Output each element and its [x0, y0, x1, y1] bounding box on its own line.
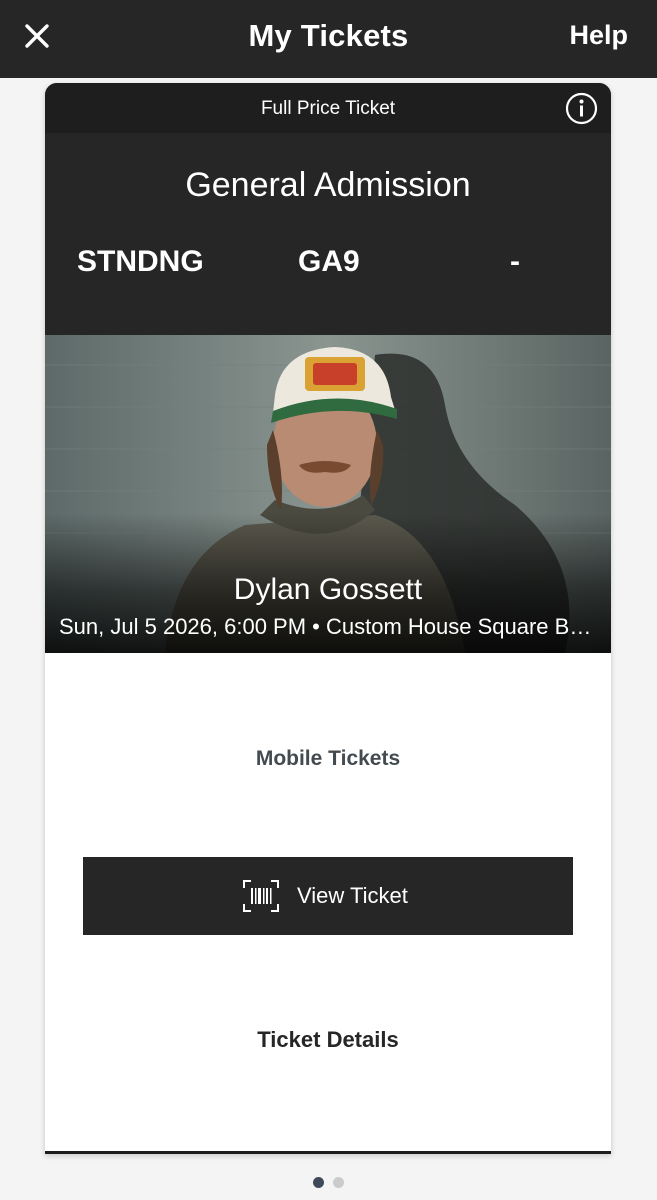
- help-button[interactable]: Help: [569, 20, 628, 51]
- ticket-header: Full Price Ticket General Admission STND…: [45, 83, 611, 335]
- mobile-tickets-label: Mobile Tickets: [255, 747, 401, 770]
- ticket-price-type: Full Price Ticket: [260, 98, 396, 119]
- row-value: GA9: [298, 245, 360, 278]
- view-ticket-label: View Ticket: [297, 883, 408, 908]
- ticket-details-link[interactable]: Ticket Details: [45, 1027, 611, 1053]
- barcode-icon: [243, 880, 279, 912]
- page-title: My Tickets: [248, 18, 409, 53]
- info-icon[interactable]: [565, 92, 598, 125]
- event-image: Dylan Gossett Sun, Jul 5 2026, 6:00 PM •…: [45, 335, 611, 653]
- page-indicator: [0, 1177, 657, 1189]
- ticket-card: Full Price Ticket General Admission STND…: [45, 83, 611, 1154]
- page-dot-1[interactable]: [313, 1177, 325, 1188]
- view-ticket-button[interactable]: View Ticket: [83, 857, 573, 935]
- top-bar: My Tickets Help: [0, 0, 657, 78]
- page-dot-2[interactable]: [332, 1177, 344, 1188]
- artist-name: Dylan Gossett: [233, 573, 423, 606]
- event-date-venue: Sun, Jul 5 2026, 6:00 PM • Custom House …: [59, 614, 599, 639]
- ticket-type-bar: Full Price Ticket: [45, 83, 611, 133]
- seat-value: -: [510, 245, 520, 278]
- admission-type: General Admission: [185, 166, 471, 204]
- section-value: STNDNG: [77, 245, 204, 278]
